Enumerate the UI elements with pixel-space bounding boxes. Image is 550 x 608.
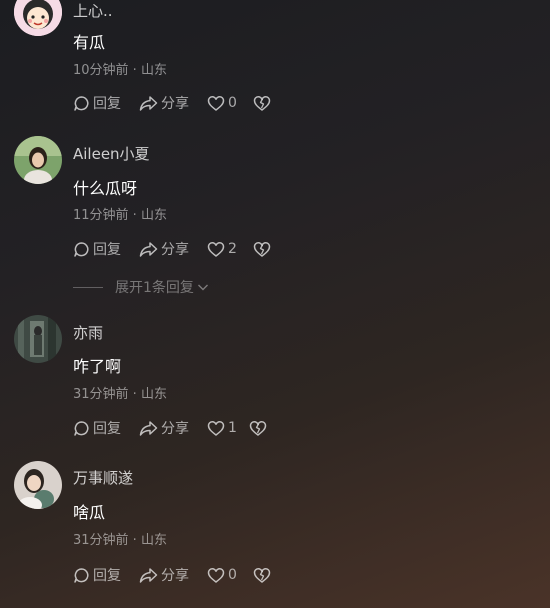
comment-meta: 31分钟前 · 山东 [73,387,167,402]
comment-username[interactable]: 万事顺遂 [73,467,133,488]
avatar[interactable] [14,0,62,36]
like-button[interactable]: 0 [207,92,237,114]
dislike-button[interactable] [253,238,271,260]
reply-button[interactable]: 回复 [73,92,121,114]
like-count: 2 [228,241,237,257]
avatar[interactable] [14,136,62,184]
share-arrow-icon [139,567,158,583]
expand-replies-label: 展开1条回复 [115,280,194,296]
share-button[interactable]: 分享 [139,417,189,439]
reply-button[interactable]: 回复 [73,564,121,586]
reply-button[interactable]: 回复 [73,238,121,260]
share-arrow-icon [139,420,158,436]
comment-username[interactable]: Aileen小夏 [73,143,150,164]
comment-username[interactable]: 亦雨 [73,322,103,343]
comment-bubble-icon [74,95,89,111]
chevron-down-icon [197,284,208,291]
comment-text: 有瓜 [73,33,106,52]
reply-label: 回复 [93,96,121,112]
comment-actions: 回复 分享 2 [73,238,313,260]
heart-outline-icon [207,241,225,257]
broken-heart-icon [253,95,271,111]
dislike-button[interactable] [249,417,267,439]
share-button[interactable]: 分享 [139,92,189,114]
share-label: 分享 [161,96,189,112]
share-label: 分享 [161,242,189,258]
comment-bubble-icon [74,567,89,583]
broken-heart-icon [253,241,271,257]
like-button[interactable]: 1 [207,417,237,439]
comment-meta: 11分钟前 · 山东 [73,208,167,223]
share-arrow-icon [139,241,158,257]
avatar-photo-icon [14,315,62,363]
comment-username[interactable]: 上心.. [73,0,113,21]
comment-meta: 10分钟前 · 山东 [73,63,167,78]
expand-replies-button[interactable]: 展开1条回复 [73,277,210,297]
share-button[interactable]: 分享 [139,564,189,586]
avatar-cartoon-icon [14,0,62,36]
share-label: 分享 [161,421,189,437]
dislike-button[interactable] [253,564,271,586]
like-button[interactable]: 2 [207,238,237,260]
comment-text: 咋了啊 [73,357,122,376]
like-count: 0 [228,567,237,583]
comment-bubble-icon [74,241,89,257]
heart-outline-icon [207,420,225,436]
share-label: 分享 [161,568,189,584]
avatar[interactable] [14,315,62,363]
comment-actions: 回复 分享 0 [73,92,313,114]
dislike-button[interactable] [253,92,271,114]
avatar[interactable] [14,461,62,509]
like-count: 0 [228,95,237,111]
heart-outline-icon [207,95,225,111]
heart-outline-icon [207,567,225,583]
like-button[interactable]: 0 [207,564,237,586]
divider [73,286,103,288]
comment-actions: 回复 分享 1 [73,417,313,439]
comment-actions: 回复 分享 0 [73,564,313,586]
avatar-photo-icon [14,136,62,184]
like-count: 1 [228,420,237,436]
reply-label: 回复 [93,421,121,437]
reply-button[interactable]: 回复 [73,417,121,439]
broken-heart-icon [253,567,271,583]
broken-heart-icon [249,420,267,436]
share-arrow-icon [139,95,158,111]
share-button[interactable]: 分享 [139,238,189,260]
comment-bubble-icon [74,420,89,436]
comment-text: 啥瓜 [73,503,106,522]
reply-label: 回复 [93,242,121,258]
comment-text: 什么瓜呀 [73,179,138,198]
comment-meta: 31分钟前 · 山东 [73,533,167,548]
reply-label: 回复 [93,568,121,584]
avatar-photo-icon [14,461,62,509]
